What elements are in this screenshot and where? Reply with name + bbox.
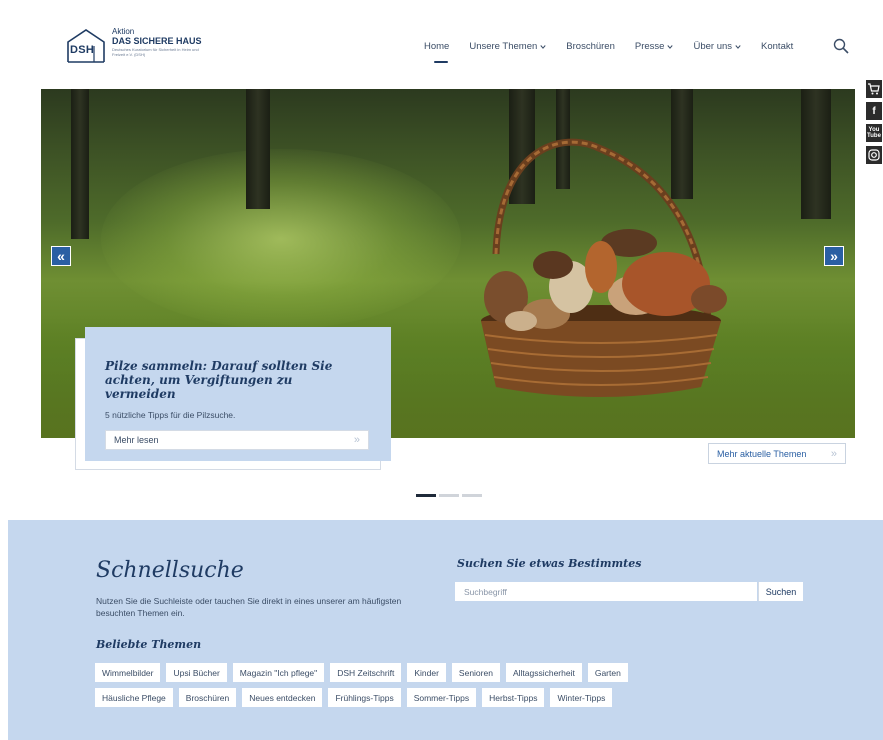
nav-label-home: Home xyxy=(424,41,450,52)
youtube-icon[interactable]: You Tube xyxy=(866,124,882,142)
slider-pagination xyxy=(416,494,485,497)
logo-line1: Aktion xyxy=(112,27,135,36)
nav-item-broschueren[interactable]: Broschüren xyxy=(566,41,615,52)
hero-teaser-card: Pilze sammeln: Darauf sollten Sie achten… xyxy=(85,327,391,461)
tag-upsi-buecher[interactable]: Upsi Bücher xyxy=(166,663,227,682)
tag-row-2: Häusliche Pflege Broschüren Neues entdec… xyxy=(95,688,745,707)
tag-kinder[interactable]: Kinder xyxy=(407,663,446,682)
tag-senioren[interactable]: Senioren xyxy=(451,663,500,682)
nav-label-broschueren: Broschüren xyxy=(566,41,615,52)
site-header: DSH Aktion DAS SICHERE HAUS Deutsches Ku… xyxy=(0,0,883,88)
logo-text: Aktion DAS SICHERE HAUS Deutsches Kurato… xyxy=(112,28,202,58)
chevron-down-icon xyxy=(667,44,674,49)
nav-item-ueber-uns[interactable]: Über uns xyxy=(693,41,741,52)
nav-item-kontakt[interactable]: Kontakt xyxy=(761,41,793,52)
logo-mark-text: DSH xyxy=(70,44,95,56)
chevron-down-icon xyxy=(540,44,546,49)
tag-wimmelbilder[interactable]: Wimmelbilder xyxy=(95,663,161,682)
nav-item-home[interactable]: Home xyxy=(424,41,450,63)
main-nav: Home Unsere Themen Broschüren Presse Übe… xyxy=(424,41,813,63)
tag-row-1: Wimmelbilder Upsi Bücher Magazin "Ich pf… xyxy=(95,663,745,682)
quick-search-section: Schnellsuche Nutzen Sie die Suchleiste o… xyxy=(8,520,883,740)
nav-label-kontakt: Kontakt xyxy=(761,41,794,52)
tag-herbst-tipps[interactable]: Herbst-Tipps xyxy=(482,688,545,707)
teaser-subtitle: 5 nützliche Tipps für die Pilzsuche. xyxy=(105,410,236,421)
popular-topics-tags: Wimmelbilder Upsi Bücher Magazin "Ich pf… xyxy=(95,663,745,713)
search-something-title: Suchen Sie etwas Bestimmtes xyxy=(457,557,642,570)
nav-item-presse[interactable]: Presse xyxy=(635,41,674,52)
tag-sommer-tipps[interactable]: Sommer-Tipps xyxy=(406,688,477,707)
cart-icon[interactable] xyxy=(866,80,882,98)
tag-magazin-ich-pflege[interactable]: Magazin "Ich pflege" xyxy=(232,663,325,682)
slider-dot-3[interactable] xyxy=(462,494,482,497)
search-input[interactable] xyxy=(455,582,757,601)
search-icon[interactable] xyxy=(833,38,849,54)
nav-item-unsere-themen[interactable]: Unsere Themen xyxy=(469,41,546,52)
slider-next-button[interactable]: » xyxy=(824,246,844,266)
nav-active-indicator xyxy=(434,61,448,63)
search-button[interactable]: Suchen xyxy=(758,582,803,601)
teaser-title: Pilze sammeln: Darauf sollten Sie achten… xyxy=(105,359,333,401)
nav-label-unsere-themen: Unsere Themen xyxy=(469,41,538,52)
logo-line2: DAS SICHERE HAUS xyxy=(112,36,202,46)
tag-neues-entdecken[interactable]: Neues entdecken xyxy=(242,688,323,707)
chevrons-left-icon: « xyxy=(57,248,65,264)
slider-dot-2[interactable] xyxy=(439,494,459,497)
facebook-icon[interactable]: f xyxy=(866,102,882,120)
double-chevron-right-icon: » xyxy=(830,447,837,460)
popular-topics-title: Beliebte Themen xyxy=(96,638,202,651)
more-topics-button[interactable]: Mehr aktuelle Themen » xyxy=(708,443,846,464)
nav-label-ueber-uns: Über uns xyxy=(693,41,733,52)
tag-alltagssicherheit[interactable]: Alltagssicherheit xyxy=(505,663,582,682)
side-social-bar: f You Tube xyxy=(866,80,883,168)
tag-winter-tipps[interactable]: Winter-Tipps xyxy=(550,688,613,707)
instagram-icon[interactable] xyxy=(866,146,882,164)
tag-garten[interactable]: Garten xyxy=(587,663,628,682)
house-logo-icon: DSH xyxy=(66,28,106,64)
tag-dsh-zeitschrift[interactable]: DSH Zeitschrift xyxy=(330,663,402,682)
chevron-down-icon xyxy=(735,44,741,49)
slider-prev-button[interactable]: « xyxy=(51,246,71,266)
slider-dot-1[interactable] xyxy=(416,494,436,497)
site-logo[interactable]: DSH Aktion DAS SICHERE HAUS Deutsches Ku… xyxy=(66,28,202,64)
quick-search-description: Nutzen Sie die Suchleiste oder tauchen S… xyxy=(96,596,402,619)
read-more-button[interactable]: Mehr lesen » xyxy=(105,430,369,451)
read-more-label: Mehr lesen xyxy=(114,435,159,446)
nav-label-presse: Presse xyxy=(634,41,665,52)
tag-broschueren[interactable]: Broschüren xyxy=(178,688,237,707)
logo-line3: Deutsches Kuratorium für Sicherheit in H… xyxy=(112,47,199,57)
double-chevron-right-icon: » xyxy=(353,434,360,447)
tag-haeusliche-pflege[interactable]: Häusliche Pflege xyxy=(95,688,173,707)
quick-search-title: Schnellsuche xyxy=(96,558,244,583)
chevrons-right-icon: » xyxy=(830,248,838,264)
tag-fruehlings-tipps[interactable]: Frühlings-Tipps xyxy=(328,688,401,707)
more-topics-label: Mehr aktuelle Themen xyxy=(717,448,807,459)
